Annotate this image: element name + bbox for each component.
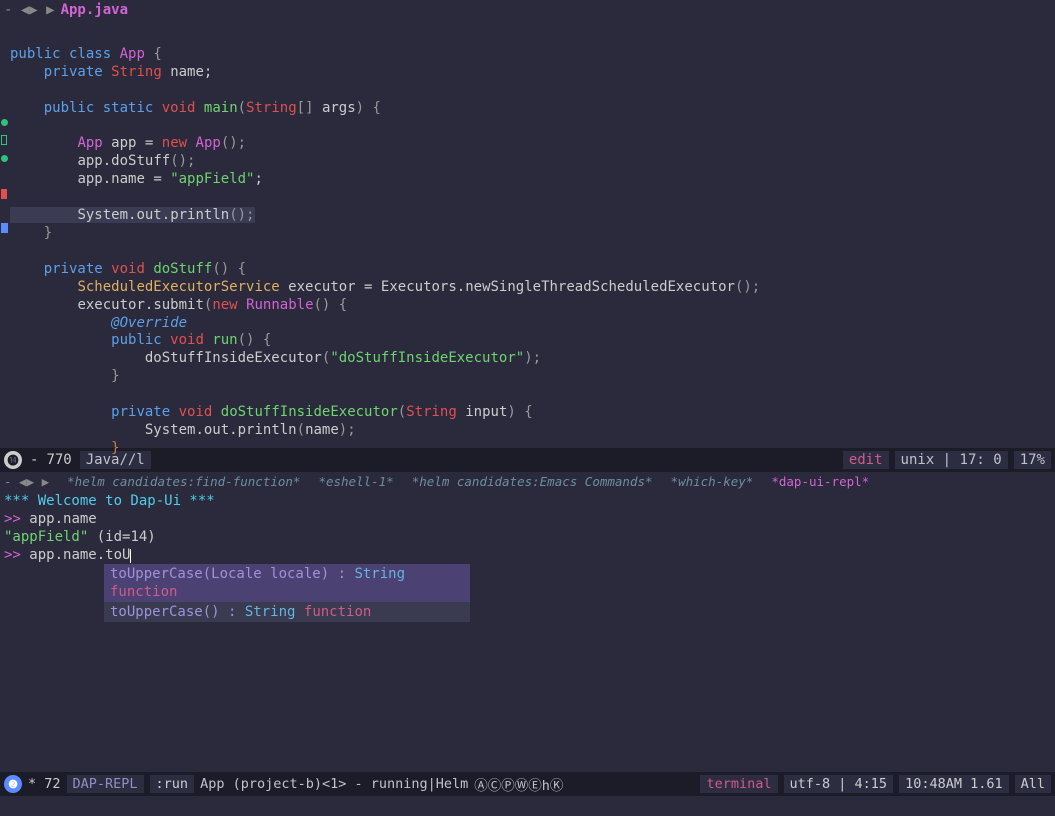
gutter-mark-breakpoint[interactable] bbox=[1, 189, 7, 199]
cursor-position: 4:15 bbox=[855, 776, 888, 792]
completion-item[interactable]: toUpperCase() : String function bbox=[104, 602, 470, 622]
tab-which-key[interactable]: *which-key* bbox=[671, 474, 754, 489]
repl-output-id: (id=14) bbox=[97, 529, 156, 545]
repl-fold-marks[interactable]: - ◀▶ ▶ bbox=[4, 474, 49, 489]
completion-popup: toUpperCase(Locale locale) : String func… bbox=[104, 564, 470, 622]
code-content[interactable]: public class App { private String name; … bbox=[0, 20, 1055, 458]
modeline-repl: ❷ * 72 DAP-REPL :run App (project-b)<1> … bbox=[0, 772, 1055, 796]
scroll-percent: All bbox=[1015, 775, 1051, 793]
minibuffer[interactable] bbox=[0, 796, 1055, 816]
tab-dap-ui-repl[interactable]: *dap-ui-repl* bbox=[771, 474, 869, 489]
time-load: 10:48AM 1.61 bbox=[899, 775, 1009, 793]
repl-welcome: *** Welcome to Dap-Ui *** bbox=[4, 492, 1051, 510]
window-number-badge: ❷ bbox=[4, 775, 22, 793]
gutter-mark-green[interactable] bbox=[1, 119, 8, 126]
repl-output-string: "appField" bbox=[4, 529, 88, 545]
repl-prompt: >> bbox=[4, 511, 21, 527]
terminal-indicator: terminal bbox=[706, 776, 771, 792]
tab-eshell[interactable]: *eshell-1* bbox=[318, 474, 393, 489]
repl-prompt: >> bbox=[4, 547, 21, 563]
tab-helm-find-function[interactable]: *helm candidates:find-function* bbox=[67, 474, 300, 489]
dap-repl[interactable]: *** Welcome to Dap-Ui *** >> app.name "a… bbox=[0, 490, 1055, 772]
gutter-mark-green[interactable] bbox=[1, 155, 8, 162]
gutter-mark-outline[interactable] bbox=[1, 135, 7, 145]
repl-input-history: app.name bbox=[29, 511, 96, 527]
encoding-indicator: utf-8 bbox=[790, 776, 831, 792]
completion-item[interactable]: toUpperCase(Locale locale) : String func… bbox=[104, 564, 470, 602]
debug-command[interactable]: :run bbox=[150, 775, 195, 793]
code-editor[interactable]: public class App { private String name; … bbox=[0, 20, 1055, 448]
gutter-mark-current[interactable] bbox=[1, 223, 8, 233]
filename-tab[interactable]: App.java bbox=[61, 2, 128, 18]
minor-modes-circles: ⒶⒸⓅⓌⒺhⓀ bbox=[474, 774, 563, 794]
text-cursor bbox=[130, 549, 131, 563]
top-tabbar: - ◀▶ ▶ App.java bbox=[0, 0, 1055, 20]
repl-input-current[interactable]: app.name.toU bbox=[29, 547, 130, 563]
repl-tabbar: - ◀▶ ▶ *helm candidates:find-function* *… bbox=[0, 472, 1055, 490]
editor-gutter bbox=[0, 20, 9, 448]
debug-session-status: App (project-b)<1> - running|Helm bbox=[200, 776, 468, 792]
buffer-flag: * 72 bbox=[28, 776, 61, 792]
major-mode[interactable]: DAP-REPL bbox=[67, 775, 144, 793]
top-fold-marks[interactable]: - ◀▶ ▶ bbox=[4, 2, 55, 18]
tab-helm-emacs-commands[interactable]: *helm candidates:Emacs Commands* bbox=[412, 474, 653, 489]
